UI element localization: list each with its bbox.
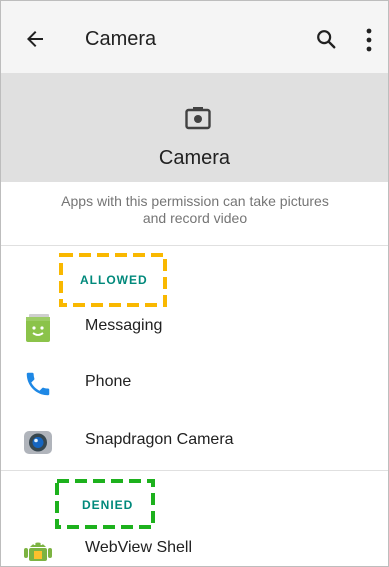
search-icon[interactable] bbox=[315, 28, 337, 50]
phone-app-icon bbox=[26, 372, 50, 396]
section-label-denied: DENIED bbox=[82, 498, 134, 512]
app-label: Phone bbox=[85, 373, 132, 390]
camera-icon bbox=[185, 107, 211, 130]
arrow-back-icon[interactable] bbox=[23, 27, 47, 51]
app-bar: Camera bbox=[1, 1, 388, 74]
divider bbox=[1, 245, 388, 246]
divider bbox=[1, 470, 388, 471]
header-title: Camera bbox=[158, 147, 231, 169]
list-item-messaging[interactable]: Messaging bbox=[1, 303, 388, 351]
snapdragon-camera-app-icon bbox=[24, 431, 52, 454]
list-item-webview-shell[interactable]: WebView Shell bbox=[1, 525, 388, 567]
permission-description: Apps with this permission can take pictu… bbox=[61, 193, 329, 226]
messaging-app-icon bbox=[26, 314, 50, 342]
section-label-allowed: ALLOWED bbox=[80, 273, 148, 287]
page-title: Camera bbox=[85, 28, 157, 50]
app-label: Snapdragon Camera bbox=[85, 431, 234, 448]
app-label: WebView Shell bbox=[85, 539, 193, 556]
app-label: Messaging bbox=[85, 317, 163, 334]
permission-header: Camera bbox=[1, 74, 388, 182]
list-item-phone[interactable]: Phone bbox=[1, 359, 388, 407]
android-app-icon bbox=[24, 542, 52, 561]
list-item-snapdragon-camera[interactable]: Snapdragon Camera bbox=[1, 417, 388, 465]
more-vert-icon[interactable] bbox=[363, 27, 375, 53]
